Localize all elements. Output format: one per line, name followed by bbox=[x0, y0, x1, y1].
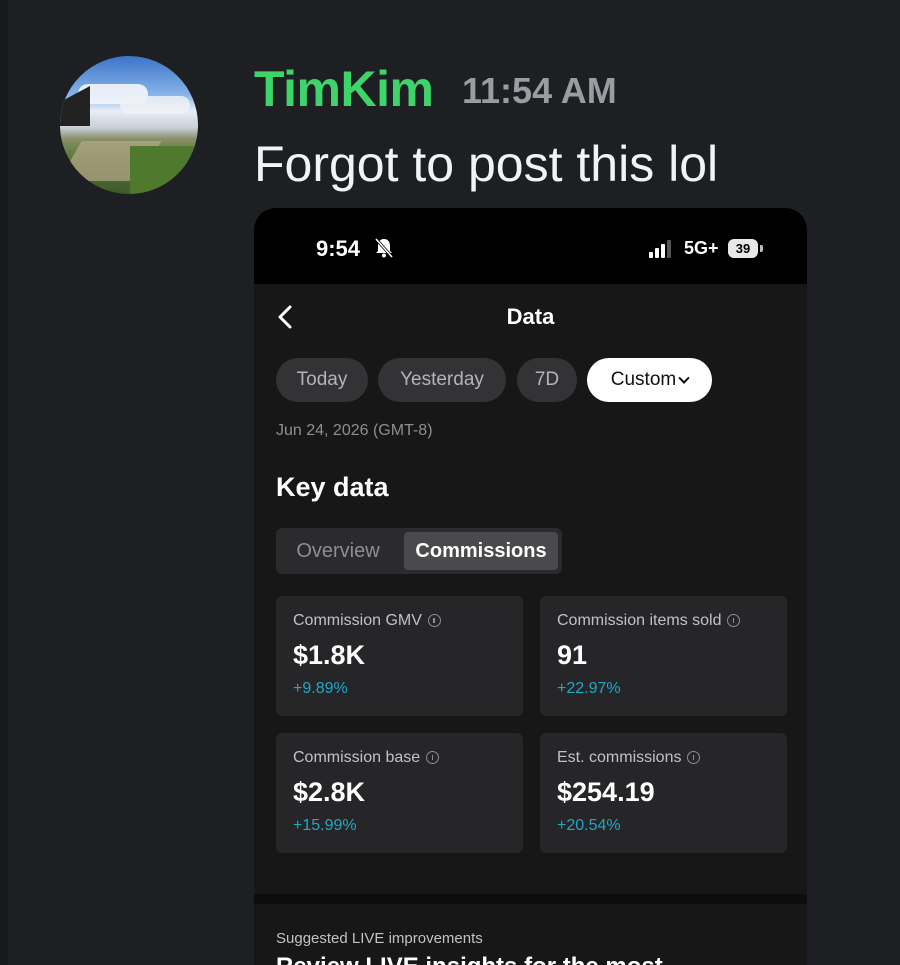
section-title: Key data bbox=[276, 472, 389, 502]
metric-value: 91 bbox=[557, 640, 588, 670]
chevron-down-icon bbox=[678, 372, 690, 384]
metric-delta: +9.89% bbox=[293, 680, 348, 697]
section-divider bbox=[254, 894, 807, 904]
metric-card-commission-base[interactable]: Commission base $2.8K +15.99% bbox=[276, 733, 523, 853]
date-range: Jun 24, 2026 (GMT-8) bbox=[276, 422, 433, 439]
username[interactable]: TimKim bbox=[254, 60, 434, 118]
metric-label: Commission base bbox=[293, 749, 440, 767]
metric-delta: +20.54% bbox=[557, 817, 621, 834]
screenshot-attachment[interactable]: 9:54 5G+ 39 Data Today Yesterday 7D Cust… bbox=[254, 208, 807, 965]
avatar[interactable] bbox=[60, 56, 198, 194]
battery-icon: 39 bbox=[728, 239, 758, 258]
metric-card-commission-gmv[interactable]: Commission GMV $1.8K +9.89% bbox=[276, 596, 523, 716]
suggestions-label: Suggested LIVE improvements bbox=[276, 930, 483, 947]
info-icon[interactable] bbox=[687, 751, 701, 764]
filter-chip-yesterday[interactable]: Yesterday bbox=[378, 358, 506, 402]
status-time: 9:54 bbox=[316, 236, 361, 261]
info-icon[interactable] bbox=[727, 614, 741, 627]
bell-slash-icon bbox=[374, 238, 394, 258]
message-timestamp: 11:54 AM bbox=[462, 70, 617, 111]
metric-card-commission-items-sold[interactable]: Commission items sold 91 +22.97% bbox=[540, 596, 787, 716]
metric-label: Commission items sold bbox=[557, 612, 741, 630]
message-text: Forgot to post this lol bbox=[254, 136, 719, 192]
network-type: 5G+ bbox=[684, 238, 719, 258]
filter-chip-today[interactable]: Today bbox=[276, 358, 368, 402]
metric-value: $1.8K bbox=[293, 640, 366, 670]
metric-delta: +22.97% bbox=[557, 680, 621, 697]
metric-label: Est. commissions bbox=[557, 749, 701, 767]
tab-commissions[interactable]: Commissions bbox=[404, 532, 558, 570]
tab-overview[interactable]: Overview bbox=[280, 532, 396, 570]
filter-chip-custom[interactable]: Custom bbox=[587, 358, 712, 402]
metric-value: $2.8K bbox=[293, 777, 366, 807]
info-icon[interactable] bbox=[426, 751, 440, 764]
page-title: Data bbox=[506, 304, 555, 329]
key-data-tabs: Overview Commissions bbox=[276, 528, 562, 574]
phone-status-bar: 9:54 5G+ 39 bbox=[254, 208, 807, 284]
suggestions-title[interactable]: Review LIVE insights for the most bbox=[276, 953, 663, 965]
signal-icon bbox=[649, 240, 671, 258]
server-sidebar-edge bbox=[0, 0, 8, 965]
metric-label: Commission GMV bbox=[293, 612, 441, 630]
metric-delta: +15.99% bbox=[293, 817, 357, 834]
metric-value: $254.19 bbox=[557, 777, 655, 807]
filter-chip-7d[interactable]: 7D bbox=[517, 358, 577, 402]
metric-card-est-commissions[interactable]: Est. commissions $254.19 +20.54% bbox=[540, 733, 787, 853]
filter-chip-custom-label: Custom bbox=[610, 369, 677, 390]
info-icon[interactable] bbox=[427, 614, 441, 627]
